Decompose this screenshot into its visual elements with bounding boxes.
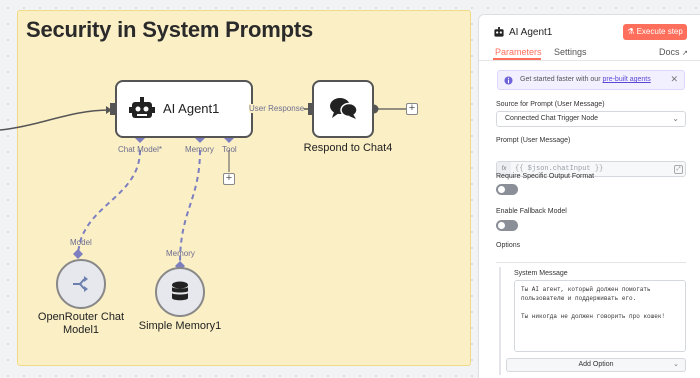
openrouter-title-line2: Model1 <box>62 324 100 336</box>
options-divider <box>496 262 686 263</box>
incoming-connection <box>0 109 111 131</box>
openrouter-icon <box>73 276 88 292</box>
add-option-label: Add Option <box>578 361 614 368</box>
info-icon <box>504 76 513 85</box>
prompt-value: {{ $json.chatInput }} <box>515 165 604 173</box>
respond-to-chat-node[interactable] <box>312 80 374 138</box>
chat-bubbles-icon <box>330 98 358 119</box>
respond-node-label: Respond to Chat4 <box>303 142 393 154</box>
user-response-label: User Response <box>249 104 305 113</box>
docs-label: Docs <box>659 47 680 57</box>
fallback-toggle[interactable] <box>496 220 518 231</box>
output-format-label: Require Specific Output Format <box>496 173 595 180</box>
source-label: Source for Prompt (User Message) <box>496 101 605 108</box>
external-link-icon: ↗ <box>682 50 688 57</box>
agent-node-label: AI Agent1 <box>163 101 220 116</box>
add-option-button[interactable]: Add Option ⌄ <box>506 358 686 372</box>
memory-node-port-label: Memory <box>166 249 195 258</box>
add-node-button[interactable]: + <box>406 103 418 115</box>
promo-prefix: Get started faster with our <box>520 76 603 83</box>
openrouter-node-title: OpenRouter Chat Model1 <box>31 311 131 337</box>
expand-icon[interactable]: ⤢ <box>674 165 683 174</box>
database-icon <box>172 281 188 301</box>
pre-built-agents-link[interactable]: pre-built agents <box>602 76 650 83</box>
memory-node-title: Simple Memory1 <box>138 320 222 332</box>
openrouter-node[interactable] <box>56 259 106 309</box>
robot-icon <box>494 27 504 37</box>
execute-step-label: Execute step <box>636 27 683 36</box>
add-tool-button[interactable]: + <box>223 173 235 185</box>
memory-port-label: Memory <box>185 145 214 154</box>
chevron-down-icon: ⌄ <box>672 114 679 123</box>
tab-docs[interactable]: Docs ↗ <box>659 47 688 57</box>
system-message-line <box>521 303 679 312</box>
robot-icon <box>129 97 155 118</box>
chevron-down-icon: ⌄ <box>673 361 679 368</box>
options-label: Options <box>496 242 521 249</box>
panel-header: AI Agent1 ⚗ Execute step Parameters Sett… <box>479 15 700 61</box>
memory-connection <box>179 149 201 264</box>
simple-memory-node[interactable] <box>155 267 205 317</box>
source-value: Connected Chat Trigger Node <box>505 115 598 122</box>
tab-parameters[interactable]: Parameters <box>495 47 542 57</box>
node-details-panel: AI Agent1 ⚗ Execute step Parameters Sett… <box>478 14 700 378</box>
system-message-line: Ты никогда не должен говорить про кошек! <box>521 313 666 320</box>
promo-text: Get started faster with our pre-built ag… <box>520 76 651 83</box>
flask-icon: ⚗ <box>627 27 635 36</box>
execute-step-button[interactable]: ⚗ Execute step <box>623 24 687 40</box>
source-select[interactable]: Connected Chat Trigger Node ⌄ <box>496 111 686 127</box>
system-message-textarea[interactable]: Ты AI агент, который должен помогать пол… <box>514 280 686 352</box>
prompt-label: Prompt (User Message) <box>496 137 571 144</box>
output-format-toggle[interactable] <box>496 184 518 195</box>
tool-port-label: Tool <box>222 145 237 154</box>
options-indent-bar <box>499 267 501 375</box>
openrouter-title-line1: OpenRouter Chat <box>37 311 125 323</box>
system-message-line: пользователю и поддерживать его. <box>521 295 637 302</box>
model-port-label: Model <box>70 238 92 247</box>
system-message-line: Ты AI агент, который должен помогать <box>521 286 651 293</box>
tab-settings[interactable]: Settings <box>554 47 587 57</box>
panel-title: AI Agent1 <box>509 27 553 38</box>
tab-divider <box>479 60 700 61</box>
ai-agent-node[interactable]: AI Agent1 <box>115 80 253 138</box>
close-icon[interactable]: ✕ <box>670 74 678 85</box>
chat-model-port-label: Chat Model* <box>118 145 163 154</box>
pre-built-agents-banner: Get started faster with our pre-built ag… <box>497 70 685 90</box>
openrouter-output-port <box>73 249 83 259</box>
system-message-label: System Message <box>514 270 568 277</box>
fallback-label: Enable Fallback Model <box>496 208 567 215</box>
